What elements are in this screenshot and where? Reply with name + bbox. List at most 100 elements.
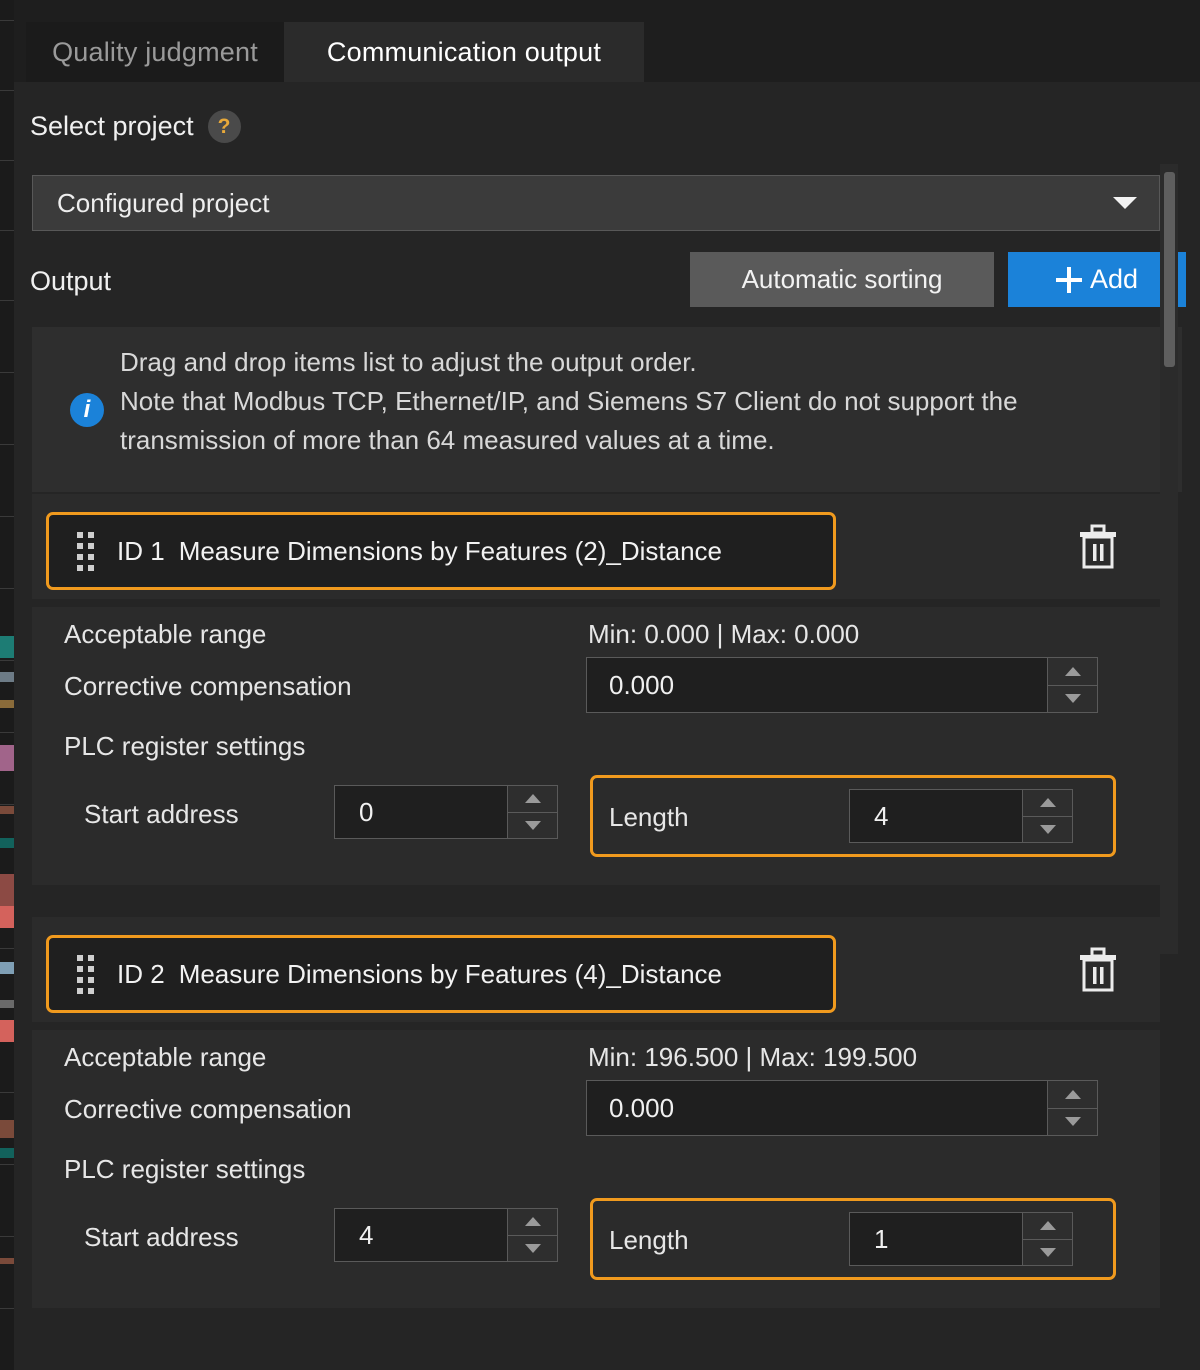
corrective-compensation-value: 0.000 bbox=[609, 1092, 675, 1123]
start-address-input[interactable]: 0 bbox=[334, 785, 558, 839]
stepper-up-button[interactable] bbox=[1048, 1081, 1097, 1109]
triangle-up-icon bbox=[524, 1217, 541, 1227]
stepper-down-button[interactable] bbox=[508, 1235, 557, 1261]
chevron-down-icon bbox=[1113, 197, 1137, 209]
length-label: Length bbox=[609, 1225, 689, 1255]
start-address-label: Start address bbox=[84, 1222, 239, 1252]
corrective-compensation-value: 0.000 bbox=[609, 669, 675, 700]
drag-handle-icon[interactable] bbox=[77, 531, 94, 571]
length-input[interactable]: 1 bbox=[849, 1212, 1073, 1266]
triangle-down-icon bbox=[1039, 1247, 1056, 1257]
item-separator bbox=[32, 885, 1160, 917]
communication-output-panel: Select project ? Configured project Outp… bbox=[14, 82, 1200, 1370]
triangle-down-icon bbox=[524, 820, 541, 830]
drag-handle-icon[interactable] bbox=[77, 954, 94, 994]
info-note-panel: i Drag and drop items list to adjust the… bbox=[32, 327, 1182, 492]
length-label: Length bbox=[609, 802, 689, 832]
length-stepper bbox=[1022, 1213, 1072, 1265]
corrective-compensation-stepper bbox=[1047, 658, 1097, 712]
triangle-down-icon bbox=[524, 1243, 541, 1253]
triangle-up-icon bbox=[1039, 798, 1056, 808]
triangle-up-icon bbox=[1039, 1221, 1056, 1231]
corrective-compensation-input[interactable]: 0.000 bbox=[586, 1080, 1098, 1136]
left-edge-artifact-strip bbox=[0, 0, 14, 1370]
output-header-row: Output Automatic sorting Add bbox=[14, 250, 1200, 322]
output-title: Output bbox=[30, 266, 112, 296]
start-address-input[interactable]: 4 bbox=[334, 1208, 558, 1262]
stepper-up-button[interactable] bbox=[1048, 658, 1097, 686]
select-project-label: Select project bbox=[30, 111, 194, 141]
output-item-title: ID 1 Measure Dimensions by Features (2)_D… bbox=[117, 536, 722, 567]
output-item-name: Measure Dimensions by Features (2)_Dista… bbox=[178, 535, 723, 566]
output-item-details: Acceptable range Min: 0.000 | Max: 0.000… bbox=[32, 607, 1160, 885]
tab-bar: Quality judgment Communication output bbox=[14, 0, 1200, 82]
corrective-compensation-input[interactable]: 0.000 bbox=[586, 657, 1098, 713]
info-note-text: Drag and drop items list to adjust the o… bbox=[120, 343, 1170, 460]
delete-icon[interactable] bbox=[1076, 523, 1120, 571]
length-stepper bbox=[1022, 790, 1072, 842]
output-item: ID 2 Measure Dimensions by Features (4)_D… bbox=[32, 917, 1160, 1308]
length-value: 1 bbox=[874, 1223, 889, 1254]
stepper-up-button[interactable] bbox=[508, 1209, 557, 1236]
stepper-up-button[interactable] bbox=[508, 786, 557, 813]
info-icon: i bbox=[70, 393, 104, 427]
acceptable-range-label: Acceptable range bbox=[64, 619, 267, 649]
output-items-list: ID 1 Measure Dimensions by Features (2)_D… bbox=[32, 494, 1160, 1308]
output-item-details: Acceptable range Min: 196.500 | Max: 199… bbox=[32, 1030, 1160, 1308]
stepper-down-button[interactable] bbox=[1048, 685, 1097, 712]
length-field-group: Length 1 bbox=[590, 1198, 1116, 1280]
output-item-id: ID 2 bbox=[117, 958, 165, 989]
note-line-1: Drag and drop items list to adjust the o… bbox=[120, 347, 697, 377]
output-item-title-box[interactable]: ID 2 Measure Dimensions by Features (4)_D… bbox=[46, 935, 836, 1013]
triangle-down-icon bbox=[1064, 694, 1081, 704]
triangle-down-icon bbox=[1039, 824, 1056, 834]
output-items-scroll-region[interactable]: ID 1 Measure Dimensions by Features (2)_D… bbox=[32, 494, 1182, 1370]
length-input[interactable]: 4 bbox=[849, 789, 1073, 843]
add-button-label: Add bbox=[1089, 264, 1139, 294]
acceptable-range-value: Min: 196.500 | Max: 199.500 bbox=[588, 1042, 918, 1072]
automatic-sorting-button[interactable]: Automatic sorting bbox=[690, 252, 994, 307]
vertical-scrollbar-track[interactable] bbox=[1160, 164, 1178, 954]
stepper-down-button[interactable] bbox=[1023, 1239, 1072, 1265]
acceptable-range-label: Acceptable range bbox=[64, 1042, 267, 1072]
tab-quality-judgment[interactable]: Quality judgment bbox=[26, 22, 284, 82]
corrective-compensation-label: Corrective compensation bbox=[64, 1094, 352, 1124]
project-select-dropdown[interactable]: Configured project bbox=[32, 175, 1160, 231]
note-line-3: transmission of more than 64 measured va… bbox=[120, 425, 775, 455]
vertical-scrollbar-thumb[interactable] bbox=[1164, 172, 1175, 367]
length-value: 4 bbox=[874, 800, 889, 831]
plc-register-settings-label: PLC register settings bbox=[64, 731, 306, 761]
start-address-value: 4 bbox=[359, 1219, 374, 1250]
start-address-label: Start address bbox=[84, 799, 239, 829]
help-icon[interactable]: ? bbox=[207, 110, 241, 143]
stepper-up-button[interactable] bbox=[1023, 790, 1072, 817]
plc-register-settings-label: PLC register settings bbox=[64, 1154, 306, 1184]
triangle-down-icon bbox=[1064, 1117, 1081, 1127]
stepper-down-button[interactable] bbox=[1023, 816, 1072, 842]
delete-icon[interactable] bbox=[1076, 946, 1120, 994]
stepper-down-button[interactable] bbox=[1048, 1108, 1097, 1135]
output-item-id: ID 1 bbox=[117, 535, 165, 566]
start-address-value: 0 bbox=[359, 796, 374, 827]
output-item-header: ID 1 Measure Dimensions by Features (2)_D… bbox=[32, 494, 1160, 599]
project-select-value: Configured project bbox=[57, 187, 270, 218]
tab-communication-output[interactable]: Communication output bbox=[284, 22, 644, 82]
acceptable-range-value: Min: 0.000 | Max: 0.000 bbox=[588, 619, 860, 649]
length-field-group: Length 4 bbox=[590, 775, 1116, 857]
output-item-title-box[interactable]: ID 1 Measure Dimensions by Features (2)_D… bbox=[46, 512, 836, 590]
corrective-compensation-label: Corrective compensation bbox=[64, 671, 352, 701]
plus-icon bbox=[1055, 266, 1082, 293]
select-project-row: Select project ? bbox=[30, 110, 241, 143]
triangle-up-icon bbox=[1064, 1089, 1081, 1099]
output-item: ID 1 Measure Dimensions by Features (2)_D… bbox=[32, 494, 1160, 885]
triangle-up-icon bbox=[1064, 666, 1081, 676]
output-item-name: Measure Dimensions by Features (4)_Dista… bbox=[178, 958, 723, 989]
stepper-up-button[interactable] bbox=[1023, 1213, 1072, 1240]
output-item-title: ID 2 Measure Dimensions by Features (4)_D… bbox=[117, 959, 722, 990]
output-item-header: ID 2 Measure Dimensions by Features (4)_D… bbox=[32, 917, 1160, 1022]
stepper-down-button[interactable] bbox=[508, 812, 557, 838]
corrective-compensation-stepper bbox=[1047, 1081, 1097, 1135]
start-address-stepper bbox=[507, 1209, 557, 1261]
note-line-2: Note that Modbus TCP, Ethernet/IP, and S… bbox=[120, 386, 1018, 416]
triangle-up-icon bbox=[524, 794, 541, 804]
